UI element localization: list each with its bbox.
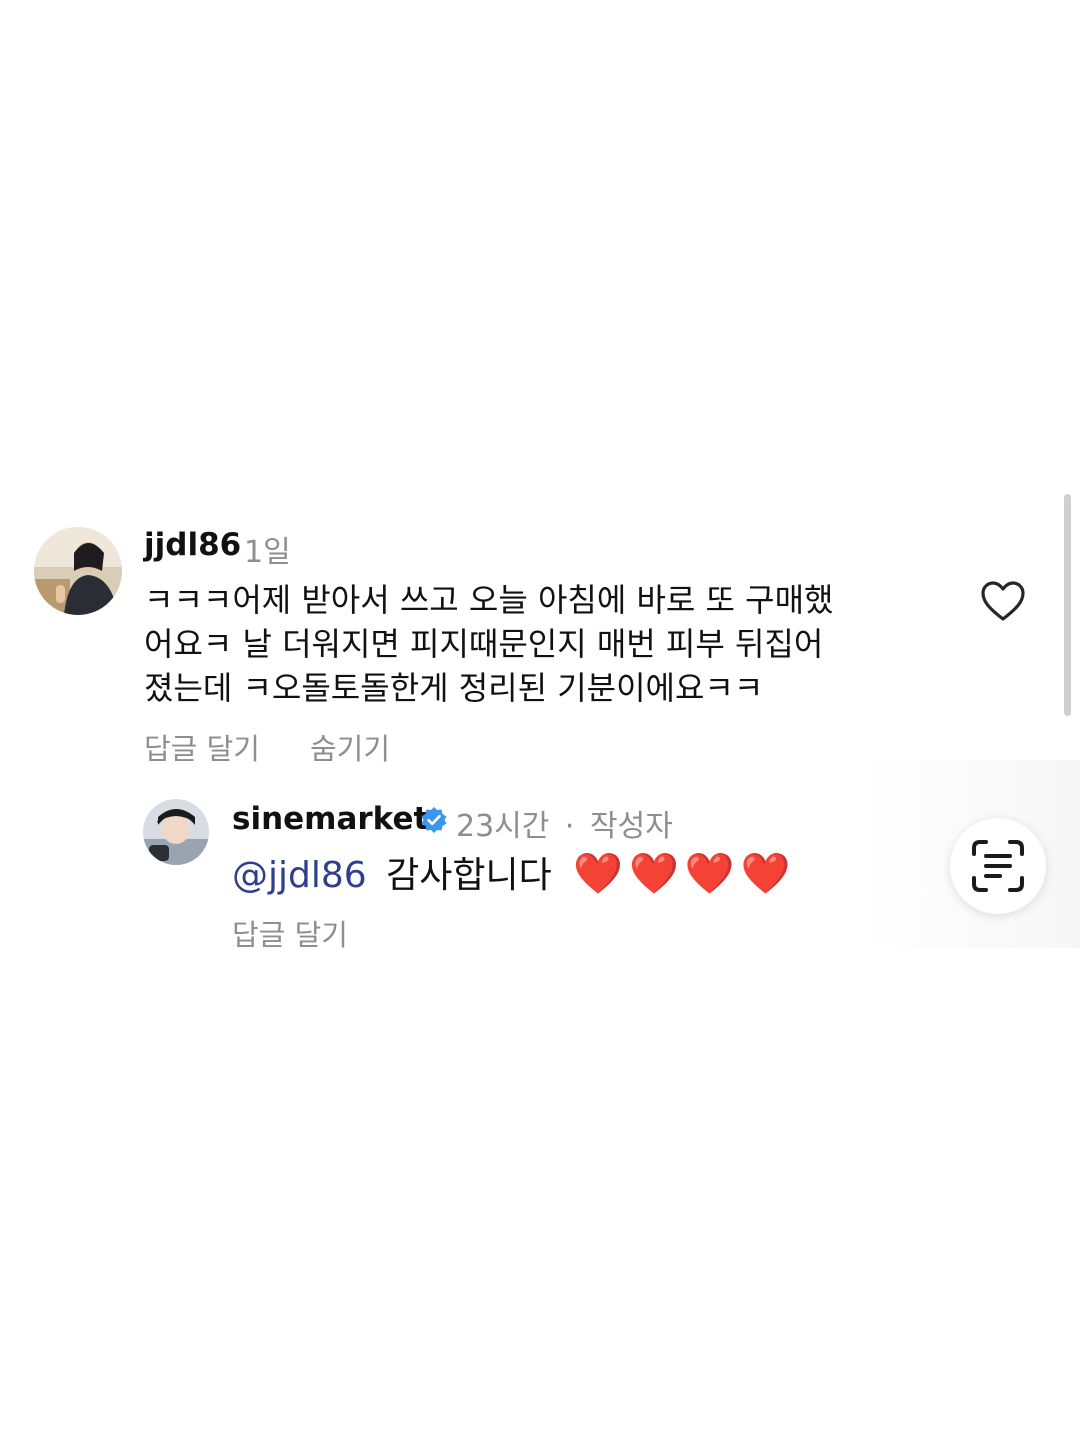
reply-to-reply-button[interactable]: 답글 달기	[232, 912, 348, 954]
heart-emoji-row: ❤️❤️❤️❤️	[573, 851, 797, 897]
meta-separator: ·	[564, 809, 575, 844]
text-scan-button[interactable]	[950, 818, 1046, 914]
comment-line: 어요ㅋ 날 더워지면 피지때문인지 매번 피부 뒤집어	[144, 625, 824, 663]
scrollbar[interactable]	[1064, 494, 1071, 716]
reply-time: 23시간	[456, 809, 550, 844]
reply-avatar[interactable]	[143, 799, 209, 865]
reply-username[interactable]: sinemarket	[232, 801, 428, 837]
comment-username[interactable]: jjdl86	[144, 527, 241, 563]
comment-line: ㅋㅋㅋ어제 받아서 쓰고 오늘 아침에 바로 또 구매했	[144, 581, 834, 619]
reply-text: 감사합니다	[386, 855, 552, 896]
mention-link[interactable]: @jjdl86	[232, 855, 367, 896]
verified-badge-icon	[420, 806, 448, 834]
comment-timestamp: 1일	[244, 535, 291, 570]
reply-timestamp: 23시간 · 작성자	[456, 801, 673, 845]
author-tag: 작성자	[590, 809, 673, 844]
reply-button[interactable]: 답글 달기	[144, 726, 260, 768]
like-heart-icon[interactable]	[980, 580, 1026, 622]
reply-body: @jjdl86 감사합니다 ❤️❤️❤️❤️	[232, 848, 796, 902]
comment-avatar[interactable]	[34, 527, 122, 615]
hide-button[interactable]: 숨기기	[310, 726, 390, 768]
text-scan-icon	[972, 840, 1024, 892]
comment-body: ㅋㅋㅋ어제 받아서 쓰고 오늘 아침에 바로 또 구매했 어요ㅋ 날 더워지면 …	[144, 578, 833, 710]
comment-line: 졌는데 ㅋ오돌토돌한게 정리된 기분이에요ㅋㅋ	[144, 669, 764, 707]
